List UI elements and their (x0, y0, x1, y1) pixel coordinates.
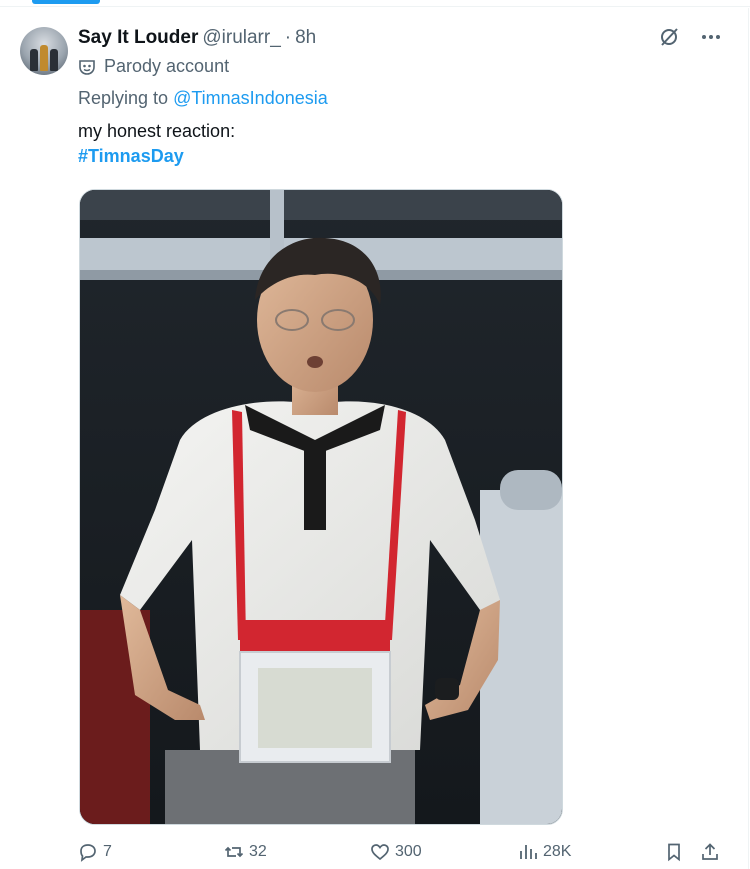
reply-prefix: Replying to (78, 88, 174, 108)
avatar[interactable] (20, 27, 68, 75)
repost-icon (224, 846, 244, 858)
mask-icon (79, 59, 95, 75)
like-button[interactable]: 300 (370, 842, 422, 862)
like-count: 300 (395, 843, 422, 860)
tweet-header: Say It Louder @irularr_ · 8h (78, 26, 316, 50)
author-handle[interactable]: @irularr_ (202, 27, 280, 49)
repost-button[interactable]: 32 (224, 842, 267, 862)
reply-context: Replying to @TimnasIndonesia (78, 88, 328, 109)
grok-icon[interactable] (658, 26, 680, 54)
hashtag-link[interactable]: #TimnasDay (78, 144, 235, 169)
divider (0, 6, 750, 7)
reply-button[interactable]: 7 (78, 842, 112, 862)
bookmark-button[interactable] (664, 842, 684, 862)
tweet-body: my honest reaction: (78, 121, 236, 141)
tweet[interactable]: Say It Louder @irularr_ · 8h Parody acco… (0, 8, 749, 869)
share-icon (702, 843, 718, 860)
views-icon (520, 845, 537, 859)
bookmark-icon (668, 843, 680, 862)
reply-mention-link[interactable]: @TimnasIndonesia (173, 88, 328, 108)
active-tab-indicator (32, 0, 100, 4)
tweet-timestamp[interactable]: 8h (295, 27, 316, 49)
tweet-image[interactable] (79, 189, 563, 825)
author-name[interactable]: Say It Louder (78, 27, 198, 49)
views-count: 28K (543, 843, 572, 860)
more-icon[interactable] (700, 26, 722, 54)
parody-badge: Parody account (78, 56, 229, 77)
repost-count: 32 (249, 843, 267, 860)
views-button[interactable]: 28K (518, 842, 571, 862)
heart-icon (371, 844, 389, 861)
separator-dot: · (284, 27, 292, 48)
photo-coach (80, 190, 562, 824)
tweet-actions: 7 32 300 28K (78, 838, 722, 866)
reply-count: 7 (103, 843, 112, 860)
share-button[interactable] (700, 842, 720, 862)
header-actions (658, 26, 722, 54)
parody-label: Parody account (104, 56, 230, 76)
tweet-text: my honest reaction: #TimnasDay (78, 119, 235, 169)
reply-icon (80, 844, 96, 862)
